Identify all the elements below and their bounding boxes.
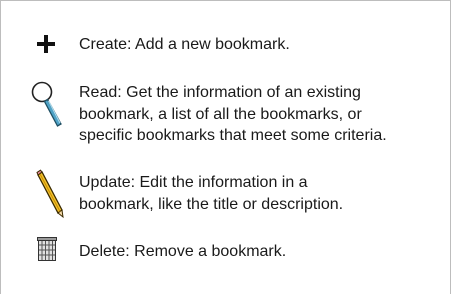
update-description-line: Update: Edit the information in a (79, 174, 308, 191)
pencil-icon (36, 169, 64, 219)
delete-description-line: Delete: Remove a bookmark. (79, 243, 287, 260)
crud-operations-panel: Create: Add a new bookmark. Read: Get th… (0, 0, 451, 294)
create-description-line: Create: Add a new bookmark. (79, 36, 290, 53)
delete-description: Delete: Remove a bookmark. (79, 241, 286, 263)
read-description-line: Read: Get the information of an existing (79, 84, 361, 101)
update-description: Update: Edit the information in a bookma… (79, 172, 343, 215)
magnifier-icon (31, 81, 62, 127)
read-description-line: specific bookmarks that meet some criter… (79, 127, 387, 144)
create-description: Create: Add a new bookmark. (79, 34, 290, 56)
read-description-line: bookmark, a list of all the bookmarks, o… (79, 105, 362, 123)
update-description-line: bookmark, like the title or description. (79, 195, 344, 213)
trash-icon (37, 237, 57, 261)
read-description: Read: Get the information of an existing… (79, 82, 387, 147)
plus-icon (37, 35, 55, 53)
